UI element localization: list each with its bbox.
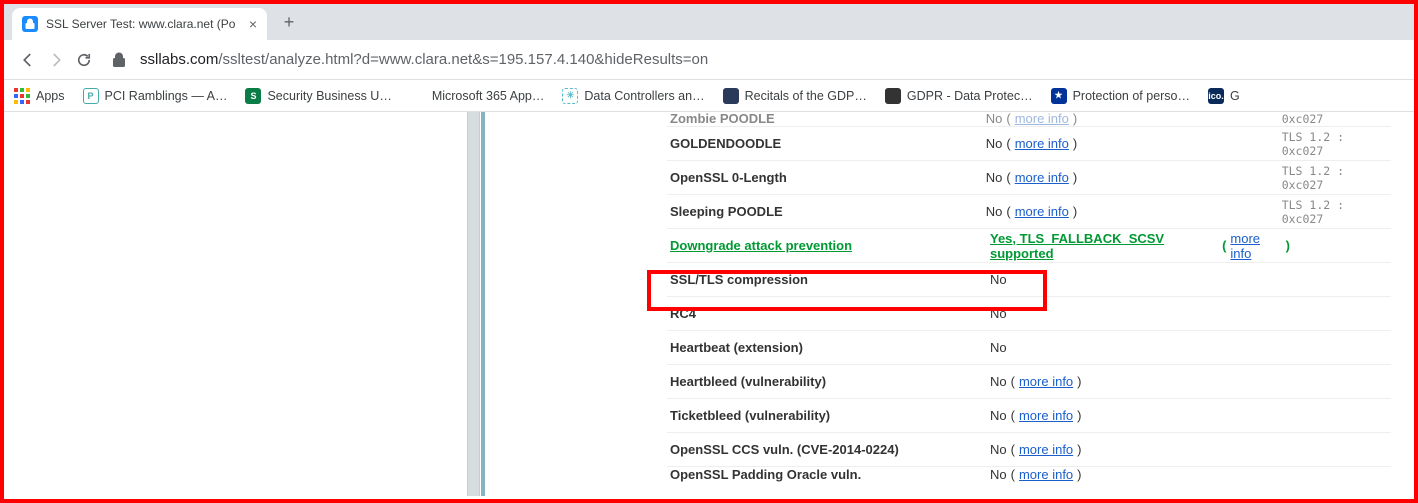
bookmark-item[interactable]: Microsoft 365 App… xyxy=(410,88,545,104)
report-row: Heartbleed (vulnerability)No (more info) xyxy=(667,364,1391,398)
more-info-link[interactable]: more info xyxy=(1019,467,1073,482)
more-info-link[interactable]: more info xyxy=(1015,112,1069,126)
more-info-link[interactable]: more info xyxy=(1230,231,1281,261)
report-row: Ticketbleed (vulnerability)No (more info… xyxy=(667,398,1391,432)
forward-button[interactable] xyxy=(42,46,70,74)
more-info-link[interactable]: more info xyxy=(1019,442,1073,457)
row-value: No (more info) xyxy=(986,204,1282,219)
row-value: No (more info) xyxy=(990,408,1290,423)
report-row: GOLDENDOODLENo (more info)TLS 1.2 : 0xc0… xyxy=(667,126,1391,160)
bookmark-item[interactable]: SSecurity Business U… xyxy=(245,88,391,104)
bookmark-favicon xyxy=(723,88,739,104)
report-row: Downgrade attack preventionYes, TLS_FALL… xyxy=(667,228,1391,262)
bookmark-item[interactable]: PPCI Ramblings — A… xyxy=(83,88,228,104)
accent-bar xyxy=(481,112,485,496)
browser-tab[interactable]: SSL Server Test: www.clara.net (Po × xyxy=(12,8,267,40)
highlight-box xyxy=(647,270,1047,311)
new-tab-button[interactable]: + xyxy=(275,8,303,36)
row-value: No (more info) xyxy=(990,442,1290,457)
row-meta: TLS 1.2 : 0xc027 xyxy=(1282,112,1391,126)
apps-icon xyxy=(14,88,30,104)
row-label: Ticketbleed (vulnerability) xyxy=(670,408,990,423)
row-label: Zombie POODLE xyxy=(670,112,986,126)
report-row: Sleeping POODLENo (more info)TLS 1.2 : 0… xyxy=(667,194,1391,228)
bookmark-favicon xyxy=(885,88,901,104)
lock-favicon xyxy=(22,16,38,32)
more-info-link[interactable]: more info xyxy=(1019,408,1073,423)
more-info-link[interactable]: more info xyxy=(1015,170,1069,185)
row-label: Downgrade attack prevention xyxy=(670,238,990,253)
row-label: Sleeping POODLE xyxy=(670,204,986,219)
eu-icon: ★ xyxy=(1051,88,1067,104)
bookmark-favicon: S xyxy=(245,88,261,104)
row-value: No xyxy=(990,340,1290,355)
report-row: OpenSSL CCS vuln. (CVE-2014-0224)No (mor… xyxy=(667,432,1391,466)
tab-close-button[interactable]: × xyxy=(249,16,257,32)
bookmark-item[interactable]: ico.G xyxy=(1208,88,1240,104)
scroll-gutter xyxy=(467,112,480,496)
row-label: Heartbleed (vulnerability) xyxy=(670,374,990,389)
lock-icon xyxy=(112,52,126,68)
row-meta: TLS 1.2 : 0xc027 xyxy=(1282,198,1391,226)
row-meta: TLS 1.2 : 0xc027 xyxy=(1282,130,1391,158)
url-text: ssllabs.com/ssltest/analyze.html?d=www.c… xyxy=(140,51,708,68)
row-label: GOLDENDOODLE xyxy=(670,136,986,151)
row-value: No (more info) xyxy=(990,374,1290,389)
browser-tab-bar: SSL Server Test: www.clara.net (Po × + xyxy=(4,4,1414,40)
address-bar[interactable]: ssllabs.com/ssltest/analyze.html?d=www.c… xyxy=(112,45,1404,75)
row-value: No (more info) xyxy=(986,112,1282,126)
bookmark-item[interactable]: ★Protection of perso… xyxy=(1051,88,1190,104)
report-row: Heartbeat (extension)No xyxy=(667,330,1391,364)
row-label: OpenSSL Padding Oracle vuln. xyxy=(670,467,990,482)
row-label: OpenSSL 0-Length xyxy=(670,170,986,185)
ico-icon: ico. xyxy=(1208,88,1224,104)
row-label: Heartbeat (extension) xyxy=(670,340,990,355)
row-value: No (more info) xyxy=(986,170,1282,185)
tab-title: SSL Server Test: www.clara.net (Po xyxy=(46,17,243,31)
row-meta: TLS 1.2 : 0xc027 xyxy=(1282,164,1391,192)
apps-button[interactable]: Apps xyxy=(14,88,65,104)
bookmark-item[interactable]: GDPR - Data Protec… xyxy=(885,88,1033,104)
bookmarks-bar: Apps PPCI Ramblings — A… SSecurity Busin… xyxy=(4,80,1414,112)
report-row: OpenSSL Padding Oracle vuln.No (more inf… xyxy=(667,466,1391,488)
row-label: OpenSSL CCS vuln. (CVE-2014-0224) xyxy=(670,442,990,457)
row-value: No (more info) xyxy=(986,136,1282,151)
page-content: Zombie POODLENo (more info)TLS 1.2 : 0xc… xyxy=(7,112,1411,496)
more-info-link[interactable]: more info xyxy=(1019,374,1073,389)
microsoft-icon xyxy=(410,88,426,104)
more-info-link[interactable]: more info xyxy=(1015,136,1069,151)
report-row: OpenSSL 0-LengthNo (more info)TLS 1.2 : … xyxy=(667,160,1391,194)
row-value: No (more info) xyxy=(990,467,1290,482)
browser-toolbar: ssllabs.com/ssltest/analyze.html?d=www.c… xyxy=(4,40,1414,80)
bookmark-favicon: ✳ xyxy=(562,88,578,104)
bookmark-favicon: P xyxy=(83,88,99,104)
reload-button[interactable] xyxy=(70,46,98,74)
report-row: Zombie POODLENo (more info)TLS 1.2 : 0xc… xyxy=(667,112,1391,126)
row-value: Yes, TLS_FALLBACK_SCSV supported (more i… xyxy=(990,231,1290,261)
bookmark-item[interactable]: Recitals of the GDP… xyxy=(723,88,867,104)
bookmark-item[interactable]: ✳Data Controllers an… xyxy=(562,88,704,104)
back-button[interactable] xyxy=(14,46,42,74)
more-info-link[interactable]: more info xyxy=(1015,204,1069,219)
